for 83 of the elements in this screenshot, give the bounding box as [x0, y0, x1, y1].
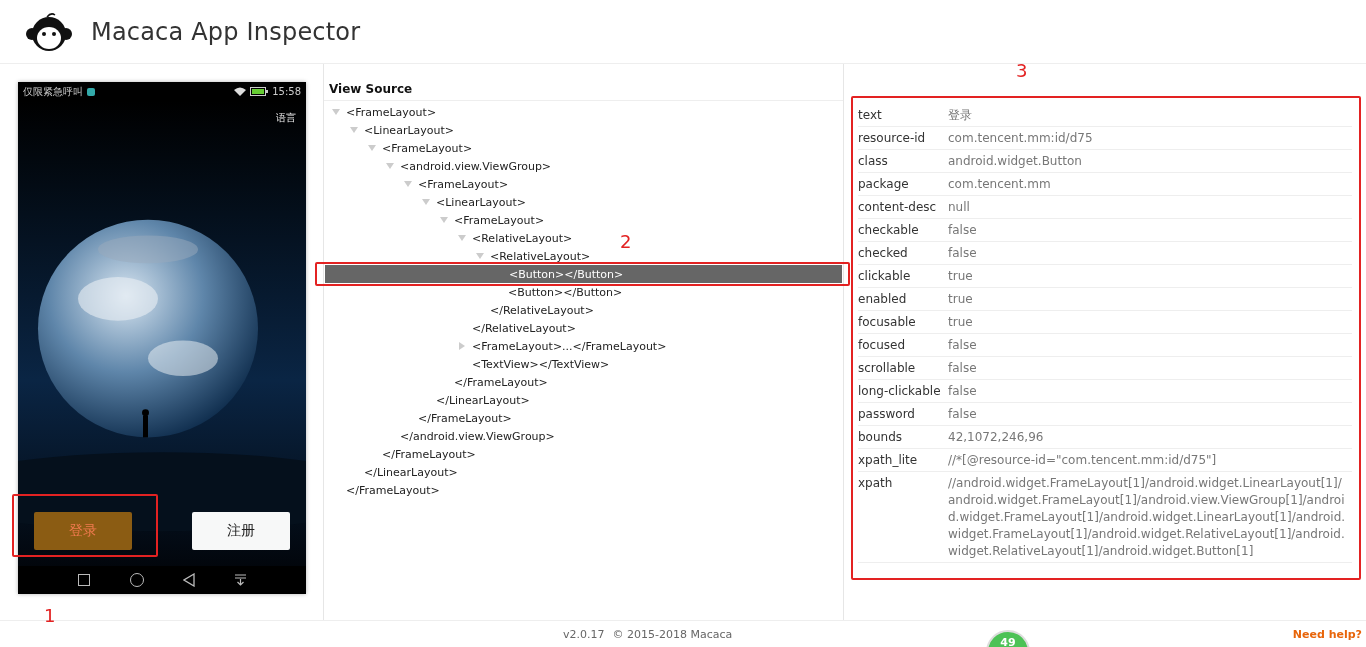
tree-toggle-icon[interactable]: [332, 109, 340, 115]
annotation-number: 2: [620, 231, 632, 252]
status-text: 仅限紧急呼叫: [23, 84, 83, 99]
tree-node[interactable]: <RelativeLayout>: [490, 249, 591, 263]
property-name: long-clickable: [858, 383, 942, 400]
tree-toggle-icon[interactable]: [386, 163, 394, 169]
property-value: true: [948, 268, 974, 285]
version-text: v2.0.17: [563, 628, 605, 641]
property-value: false: [948, 360, 978, 377]
property-value: true: [948, 314, 974, 331]
property-name: focusable: [858, 314, 917, 331]
property-value: false: [948, 383, 978, 400]
selected-tree-row[interactable]: <Button></Button>: [325, 265, 842, 283]
property-value: com.tencent.mm: [948, 176, 1052, 193]
annotation-number: 3: [1016, 60, 1028, 81]
tree-toggle-icon[interactable]: [458, 235, 466, 241]
sim-icon: [87, 87, 95, 96]
property-name: xpath: [858, 475, 894, 492]
tree-node[interactable]: </RelativeLayout>: [490, 303, 594, 317]
property-name: checked: [858, 245, 909, 262]
app-button[interactable]: 注册: [192, 512, 290, 550]
tree-toggle-icon[interactable]: [422, 199, 430, 205]
clock-time: 15:58: [272, 86, 301, 97]
property-value: 42,1072,246,96: [948, 429, 1045, 446]
tree-node[interactable]: <LinearLayout>: [364, 123, 454, 137]
language-link[interactable]: 语言: [276, 111, 296, 125]
property-name: package: [858, 176, 910, 193]
annotation-number: 1: [44, 605, 56, 626]
tree-node[interactable]: <TextView></TextView>: [472, 357, 610, 371]
copyright-text: © 2015-2018 Macaca: [612, 628, 733, 641]
tree-node[interactable]: <FrameLayout>...</FrameLayout>: [472, 339, 667, 353]
tree-node[interactable]: </FrameLayout>: [382, 447, 476, 461]
property-value: android.widget.Button: [948, 153, 1083, 170]
panel-title: View Source: [324, 82, 843, 101]
tree-node[interactable]: <FrameLayout>: [454, 213, 545, 227]
tree-node[interactable]: </LinearLayout>: [436, 393, 530, 407]
tree-node[interactable]: <FrameLayout>: [418, 177, 509, 191]
back-icon[interactable]: [183, 573, 196, 587]
tree-node[interactable]: <android.view.ViewGroup>: [400, 159, 552, 173]
property-name: clickable: [858, 268, 912, 285]
tree-toggle-icon[interactable]: [368, 145, 376, 151]
property-name: focused: [858, 337, 907, 354]
tree-node[interactable]: <Button></Button>: [508, 285, 623, 299]
property-value: false: [948, 337, 978, 354]
tree-node[interactable]: <FrameLayout>: [382, 141, 473, 155]
download-icon[interactable]: [235, 574, 247, 586]
property-name: scrollable: [858, 360, 917, 377]
property-name: enabled: [858, 291, 908, 308]
property-name: checkable: [858, 222, 920, 239]
property-value: //android.widget.FrameLayout[1]/android.widget.LinearLayout[1]/android.widget.FrameLayout[1]/android.view.ViewGroup[1]/android.widget.FrameLayout[1]/android.widget.LinearLayout[1]/android.widget.FrameLayout[1]/android.widget.RelativeLayout[1]/android.widget.RelativeLayout[1]/android.widget.Button[1]: [948, 475, 1347, 560]
tree-node[interactable]: </FrameLayout>: [346, 483, 440, 497]
tree-node[interactable]: </FrameLayout>: [418, 411, 512, 425]
property-value: 登录: [948, 107, 973, 124]
battery-icon: [250, 87, 269, 96]
recent-apps-icon[interactable]: [77, 574, 90, 586]
app-title: Macaca App Inspector: [91, 17, 361, 46]
tree-node[interactable]: </android.view.ViewGroup>: [400, 429, 555, 443]
property-value: false: [948, 222, 978, 239]
property-value: false: [948, 245, 978, 262]
property-name: class: [858, 153, 889, 170]
tree-node[interactable]: <RelativeLayout>: [472, 231, 573, 245]
tree-node[interactable]: <LinearLayout>: [436, 195, 526, 209]
tree-node[interactable]: <FrameLayout>: [346, 105, 437, 119]
property-name: xpath_lite: [858, 452, 919, 469]
tree-toggle-icon[interactable]: [459, 342, 465, 350]
property-value: null: [948, 199, 971, 216]
tree-toggle-icon[interactable]: [404, 181, 412, 187]
property-name: password: [858, 406, 916, 423]
property-value: //*[@resource-id="com.tencent.mm:id/d75"]: [948, 452, 1218, 469]
property-value: true: [948, 291, 974, 308]
tree-node[interactable]: </LinearLayout>: [364, 465, 458, 479]
wifi-icon: [234, 87, 247, 96]
tree-node[interactable]: </RelativeLayout>: [472, 321, 576, 335]
property-name: content-desc: [858, 199, 938, 216]
tree-node[interactable]: </FrameLayout>: [454, 375, 548, 389]
property-value: com.tencent.mm:id/d75: [948, 130, 1094, 147]
tree-toggle-icon[interactable]: [350, 127, 358, 133]
property-name: resource-id: [858, 130, 927, 147]
property-name: text: [858, 107, 883, 124]
property-name: bounds: [858, 429, 904, 446]
property-value: false: [948, 406, 978, 423]
tree-toggle-icon[interactable]: [476, 253, 484, 259]
tree-toggle-icon[interactable]: [440, 217, 448, 223]
